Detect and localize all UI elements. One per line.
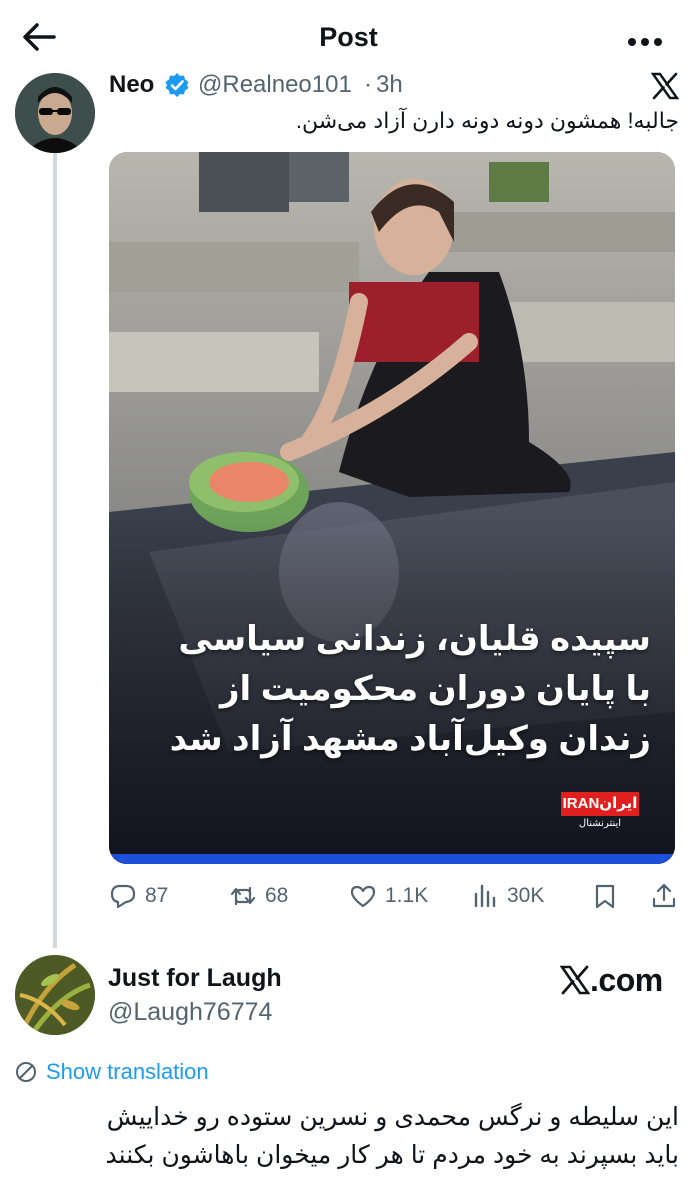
- reply-button[interactable]: 87: [109, 878, 168, 914]
- author-handle[interactable]: @Laugh76774: [108, 998, 272, 1027]
- avatar[interactable]: [15, 955, 95, 1035]
- post-time[interactable]: 3h: [376, 71, 403, 99]
- watermark-text: .com: [590, 962, 663, 998]
- iran-international-logo: IRANایران اینترنشنال: [561, 792, 639, 834]
- author-name[interactable]: Neo: [109, 71, 154, 99]
- x-logo-icon: [650, 72, 680, 100]
- retweet-icon: [230, 886, 256, 906]
- media-image[interactable]: سپیده قلیان، زندانی سیاسی با پایان دوران…: [109, 152, 675, 864]
- views-button[interactable]: 30K: [471, 878, 544, 914]
- tweet-text-line: این سلیطه و نرگس محمدی و نسرین ستوده رو …: [106, 1103, 679, 1131]
- thread-line: [53, 152, 57, 948]
- heart-icon: [350, 885, 376, 908]
- author-name[interactable]: Just for Laugh: [108, 964, 282, 993]
- page-title: Post: [319, 22, 378, 52]
- share-button[interactable]: [650, 878, 686, 914]
- show-translation-link[interactable]: Show translation: [14, 1058, 209, 1086]
- caption-line: زندان وکیل‌آباد مشهد آزاد شد: [169, 720, 651, 758]
- x-logo-icon: [560, 965, 590, 995]
- x-com-watermark: .com: [560, 962, 663, 999]
- translate-icon: [16, 1062, 36, 1082]
- more-horizontal-icon: [628, 38, 662, 46]
- tweet-text: جالبه! همشون دونه دونه دارن آزاد می‌شن.: [295, 108, 679, 133]
- author-handle[interactable]: @Realneo101: [198, 71, 352, 99]
- like-count: 1.1K: [385, 884, 429, 907]
- share-icon: [652, 883, 676, 908]
- show-translation-label: Show translation: [46, 1059, 209, 1084]
- separator-dot: ·: [364, 71, 372, 98]
- tweet-text: این سلیطه و نرگس محمدی و نسرین ستوده رو …: [19, 1098, 679, 1174]
- view-count: 30K: [507, 884, 545, 907]
- retweet-button[interactable]: 68: [229, 878, 288, 914]
- tweet-text-line: باید بسپرند به خود مردم تا هر کار میخوان…: [105, 1141, 679, 1169]
- logo-subtext: اینترنشنال: [578, 818, 622, 829]
- action-bar: 87 68 1.1K 30K: [109, 878, 684, 914]
- verified-badge-icon: [164, 72, 190, 98]
- reply-count: 87: [145, 884, 169, 907]
- retweet-count: 68: [265, 884, 289, 907]
- bookmark-icon: [595, 884, 615, 909]
- reply-icon: [110, 884, 136, 909]
- more-button[interactable]: [627, 34, 663, 46]
- image-caption: سپیده قلیان، زندانی سیاسی با پایان دوران…: [131, 614, 651, 764]
- media-bottom-bar: [109, 854, 675, 864]
- caption-line: با پایان دوران محکومیت از: [219, 670, 651, 708]
- like-button[interactable]: 1.1K: [349, 878, 428, 914]
- logo-text: IRANایران: [561, 792, 639, 816]
- analytics-icon: [474, 884, 496, 908]
- top-bar: Post: [0, 0, 697, 74]
- bookmark-button[interactable]: [591, 878, 627, 914]
- caption-line: سپیده قلیان، زندانی سیاسی: [178, 620, 651, 658]
- avatar[interactable]: [15, 73, 95, 153]
